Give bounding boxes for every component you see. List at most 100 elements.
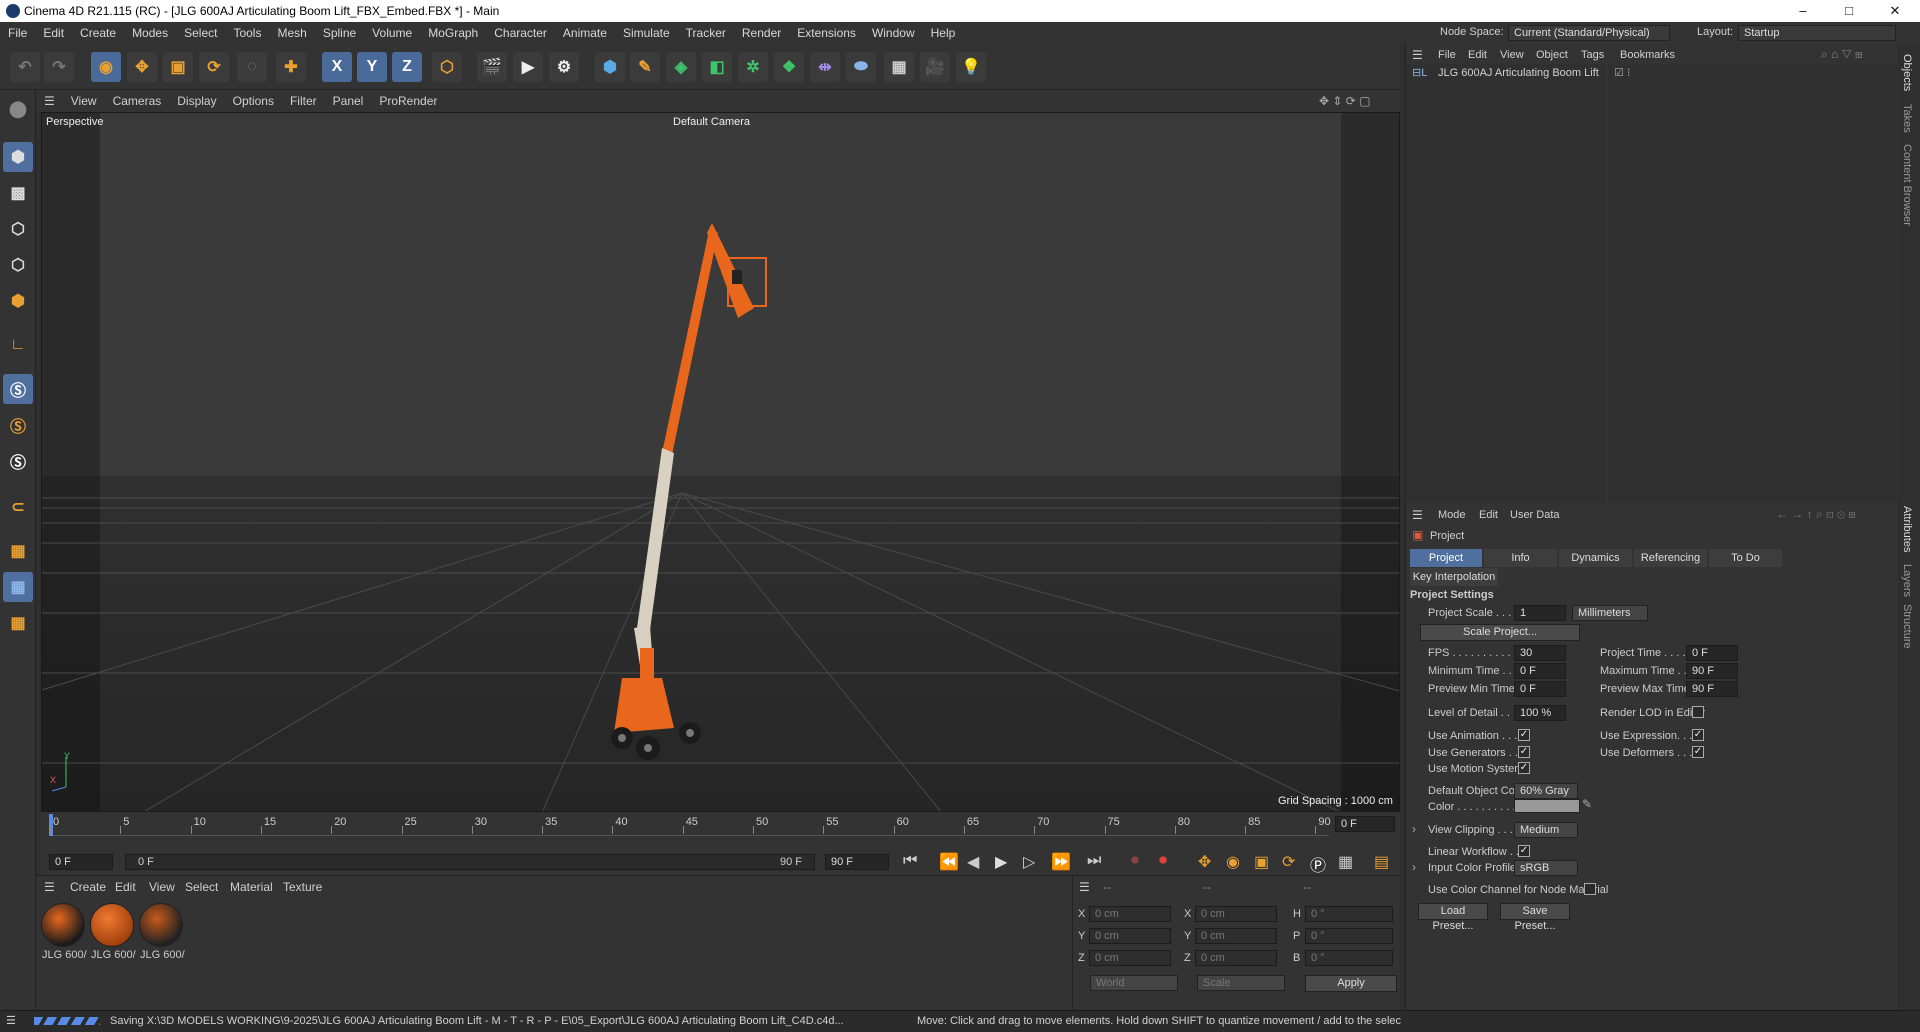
project-scale-unit[interactable]: Millimeters	[1572, 605, 1648, 621]
pen-spline-icon[interactable]: ✎	[630, 52, 660, 82]
prev-frame-icon[interactable]: ◀	[967, 852, 979, 872]
attributes-menu-mode[interactable]: Mode	[1438, 509, 1466, 521]
objects-menu-bookmarks[interactable]: Bookmarks	[1620, 49, 1675, 61]
objects-menu-object[interactable]: Object	[1536, 49, 1568, 61]
model-mode-icon[interactable]: ⬢	[3, 142, 33, 172]
points-mode-icon[interactable]: ⬡	[3, 214, 33, 244]
input-profile-expand-icon[interactable]: ›	[1412, 860, 1416, 874]
range-slider[interactable]: 0 F 90 F	[125, 854, 815, 870]
menu-create[interactable]: Create	[72, 26, 124, 40]
light-icon[interactable]: 💡	[956, 52, 986, 82]
material-hamburger-icon[interactable]: ☰	[44, 880, 55, 894]
menu-render[interactable]: Render	[734, 26, 789, 40]
render-picture-viewer-icon[interactable]: ▶	[513, 52, 543, 82]
use-expression-checkbox[interactable]: ✓	[1692, 729, 1704, 741]
menu-mograph[interactable]: MoGraph	[420, 26, 486, 40]
side-tab-objects[interactable]: Objects	[1901, 54, 1913, 91]
next-frame-icon[interactable]: ▷	[1023, 852, 1035, 872]
camera-icon[interactable]: 🎥	[920, 52, 950, 82]
menu-select[interactable]: Select	[176, 26, 225, 40]
floor-icon[interactable]: ▦	[884, 52, 914, 82]
menu-help[interactable]: Help	[923, 26, 964, 40]
viewport-menu-view[interactable]: View	[63, 94, 105, 108]
save-preset-button[interactable]: Save Preset...	[1500, 903, 1570, 932]
mograph-icon[interactable]: ❖	[774, 52, 804, 82]
viewport-menu-filter[interactable]: Filter	[282, 94, 325, 108]
workplane-icon[interactable]: ▦	[3, 536, 33, 566]
use-motion-checkbox[interactable]: ✓	[1518, 762, 1530, 774]
menu-mesh[interactable]: Mesh	[269, 26, 314, 40]
make-editable-icon[interactable]: ⬤	[3, 94, 33, 124]
coord-x-pos[interactable]: 0 cm	[1089, 906, 1171, 922]
rotate-tool-icon[interactable]: ⟳	[199, 52, 229, 82]
viewport-nav-icons[interactable]: ✥ ⇕ ⟳ ▢	[1319, 94, 1371, 108]
magnet-icon[interactable]: ⊂	[3, 492, 33, 522]
minimize-button[interactable]: –	[1780, 0, 1826, 22]
input-profile-select[interactable]: sRGB	[1514, 860, 1578, 876]
next-key-icon[interactable]: ⏩	[1051, 852, 1071, 872]
node-space-select[interactable]: Current (Standard/Physical)	[1508, 25, 1670, 41]
attributes-menu-edit[interactable]: Edit	[1479, 509, 1498, 521]
scale-tool-icon[interactable]: ▣	[163, 52, 193, 82]
menu-tools[interactable]: Tools	[225, 26, 269, 40]
max-time-field[interactable]: 90 F	[1686, 663, 1738, 679]
end-frame-field[interactable]: 90 F	[825, 854, 889, 870]
side-tab-layers[interactable]: Layers	[1901, 564, 1913, 597]
record-keys-icon[interactable]: ⏺	[1131, 852, 1139, 870]
use-animation-checkbox[interactable]: ✓	[1518, 729, 1530, 741]
coord-x-size[interactable]: 0 cm	[1195, 906, 1277, 922]
live-select-icon[interactable]: ◌	[237, 52, 267, 82]
menu-extensions[interactable]: Extensions	[789, 26, 864, 40]
layout-select[interactable]: Startup	[1738, 25, 1896, 41]
scale-project-button[interactable]: Scale Project...	[1420, 624, 1580, 641]
keyframe-scale-icon[interactable]: ▣	[1254, 852, 1269, 872]
start-frame-field[interactable]: 0 F	[49, 854, 113, 870]
deformer-icon[interactable]: ⇹	[810, 52, 840, 82]
axis-mode-icon[interactable]: ∟	[3, 330, 33, 360]
material-menu-select[interactable]: Select	[185, 880, 218, 894]
objects-menu-tags[interactable]: Tags	[1581, 49, 1604, 61]
object-row[interactable]: ⊟L JLG 600AJ Articulating Boom Lift ☑ ⁝	[1406, 66, 1899, 82]
undo-icon[interactable]: ↶	[10, 52, 40, 82]
project-time-field[interactable]: 0 F	[1686, 645, 1738, 661]
z-axis-button[interactable]: Z	[392, 52, 422, 82]
viewport-menu-options[interactable]: Options	[225, 94, 282, 108]
cloner-icon[interactable]: ✲	[738, 52, 768, 82]
tab-to-do[interactable]: To Do	[1709, 549, 1782, 567]
side-tab-content-browser[interactable]: Content Browser	[1901, 144, 1913, 226]
min-time-field[interactable]: 0 F	[1514, 663, 1566, 679]
keyframe-grid-icon[interactable]: ▦	[1338, 852, 1353, 872]
menu-animate[interactable]: Animate	[555, 26, 615, 40]
keyframe-pla-icon[interactable]: Ⓟ	[1310, 852, 1326, 876]
material-swatch-3[interactable]	[139, 903, 183, 947]
use-generators-checkbox[interactable]: ✓	[1518, 746, 1530, 758]
keyframe-position-icon[interactable]: ✥	[1198, 852, 1211, 872]
render-lod-checkbox[interactable]	[1692, 706, 1704, 718]
coord-y-size[interactable]: 0 cm	[1195, 928, 1277, 944]
generator-icon[interactable]: ◧	[702, 52, 732, 82]
play-icon[interactable]: ▶	[995, 852, 1007, 872]
object-name[interactable]: JLG 600AJ Articulating Boom Lift	[1438, 67, 1599, 79]
objects-menu-edit[interactable]: Edit	[1468, 49, 1487, 61]
material-menu-texture[interactable]: Texture	[283, 880, 322, 894]
keyframe-param-icon[interactable]: ⟳	[1282, 852, 1295, 872]
move-tool-icon[interactable]: ✥	[127, 52, 157, 82]
objects-search-icon[interactable]: ⌕ ⌂ ▽ ⊞	[1821, 47, 1863, 62]
object-tree[interactable]: ⊟L JLG 600AJ Articulating Boom Lift ☑ ⁝	[1406, 64, 1899, 502]
objects-menu-view[interactable]: View	[1500, 49, 1524, 61]
viewport-menu-prorender[interactable]: ProRender	[371, 94, 445, 108]
preview-min-field[interactable]: 0 F	[1514, 681, 1566, 697]
menu-tracker[interactable]: Tracker	[678, 26, 734, 40]
render-view-icon[interactable]: 🎬	[477, 52, 507, 82]
linear-workflow-checkbox[interactable]: ✓	[1518, 845, 1530, 857]
object-visibility-icon[interactable]: ☑ ⁝	[1614, 66, 1630, 79]
side-tab-attributes[interactable]: Attributes	[1901, 506, 1913, 552]
prev-key-icon[interactable]: ⏪	[939, 852, 959, 872]
polygons-mode-icon[interactable]: ⬢	[3, 286, 33, 316]
go-to-start-icon[interactable]: ⏮	[903, 852, 917, 870]
project-scale-field[interactable]: 1	[1514, 605, 1566, 621]
timeline[interactable]: 0 5 10 15 20 25 30 35 40 45 50 55 60 65 70 75 80 85 90 0 F	[41, 812, 1400, 850]
coord-p-rot[interactable]: 0 °	[1305, 928, 1393, 944]
menu-character[interactable]: Character	[486, 26, 555, 40]
tab-project-settings[interactable]: Project Settings	[1410, 549, 1482, 582]
